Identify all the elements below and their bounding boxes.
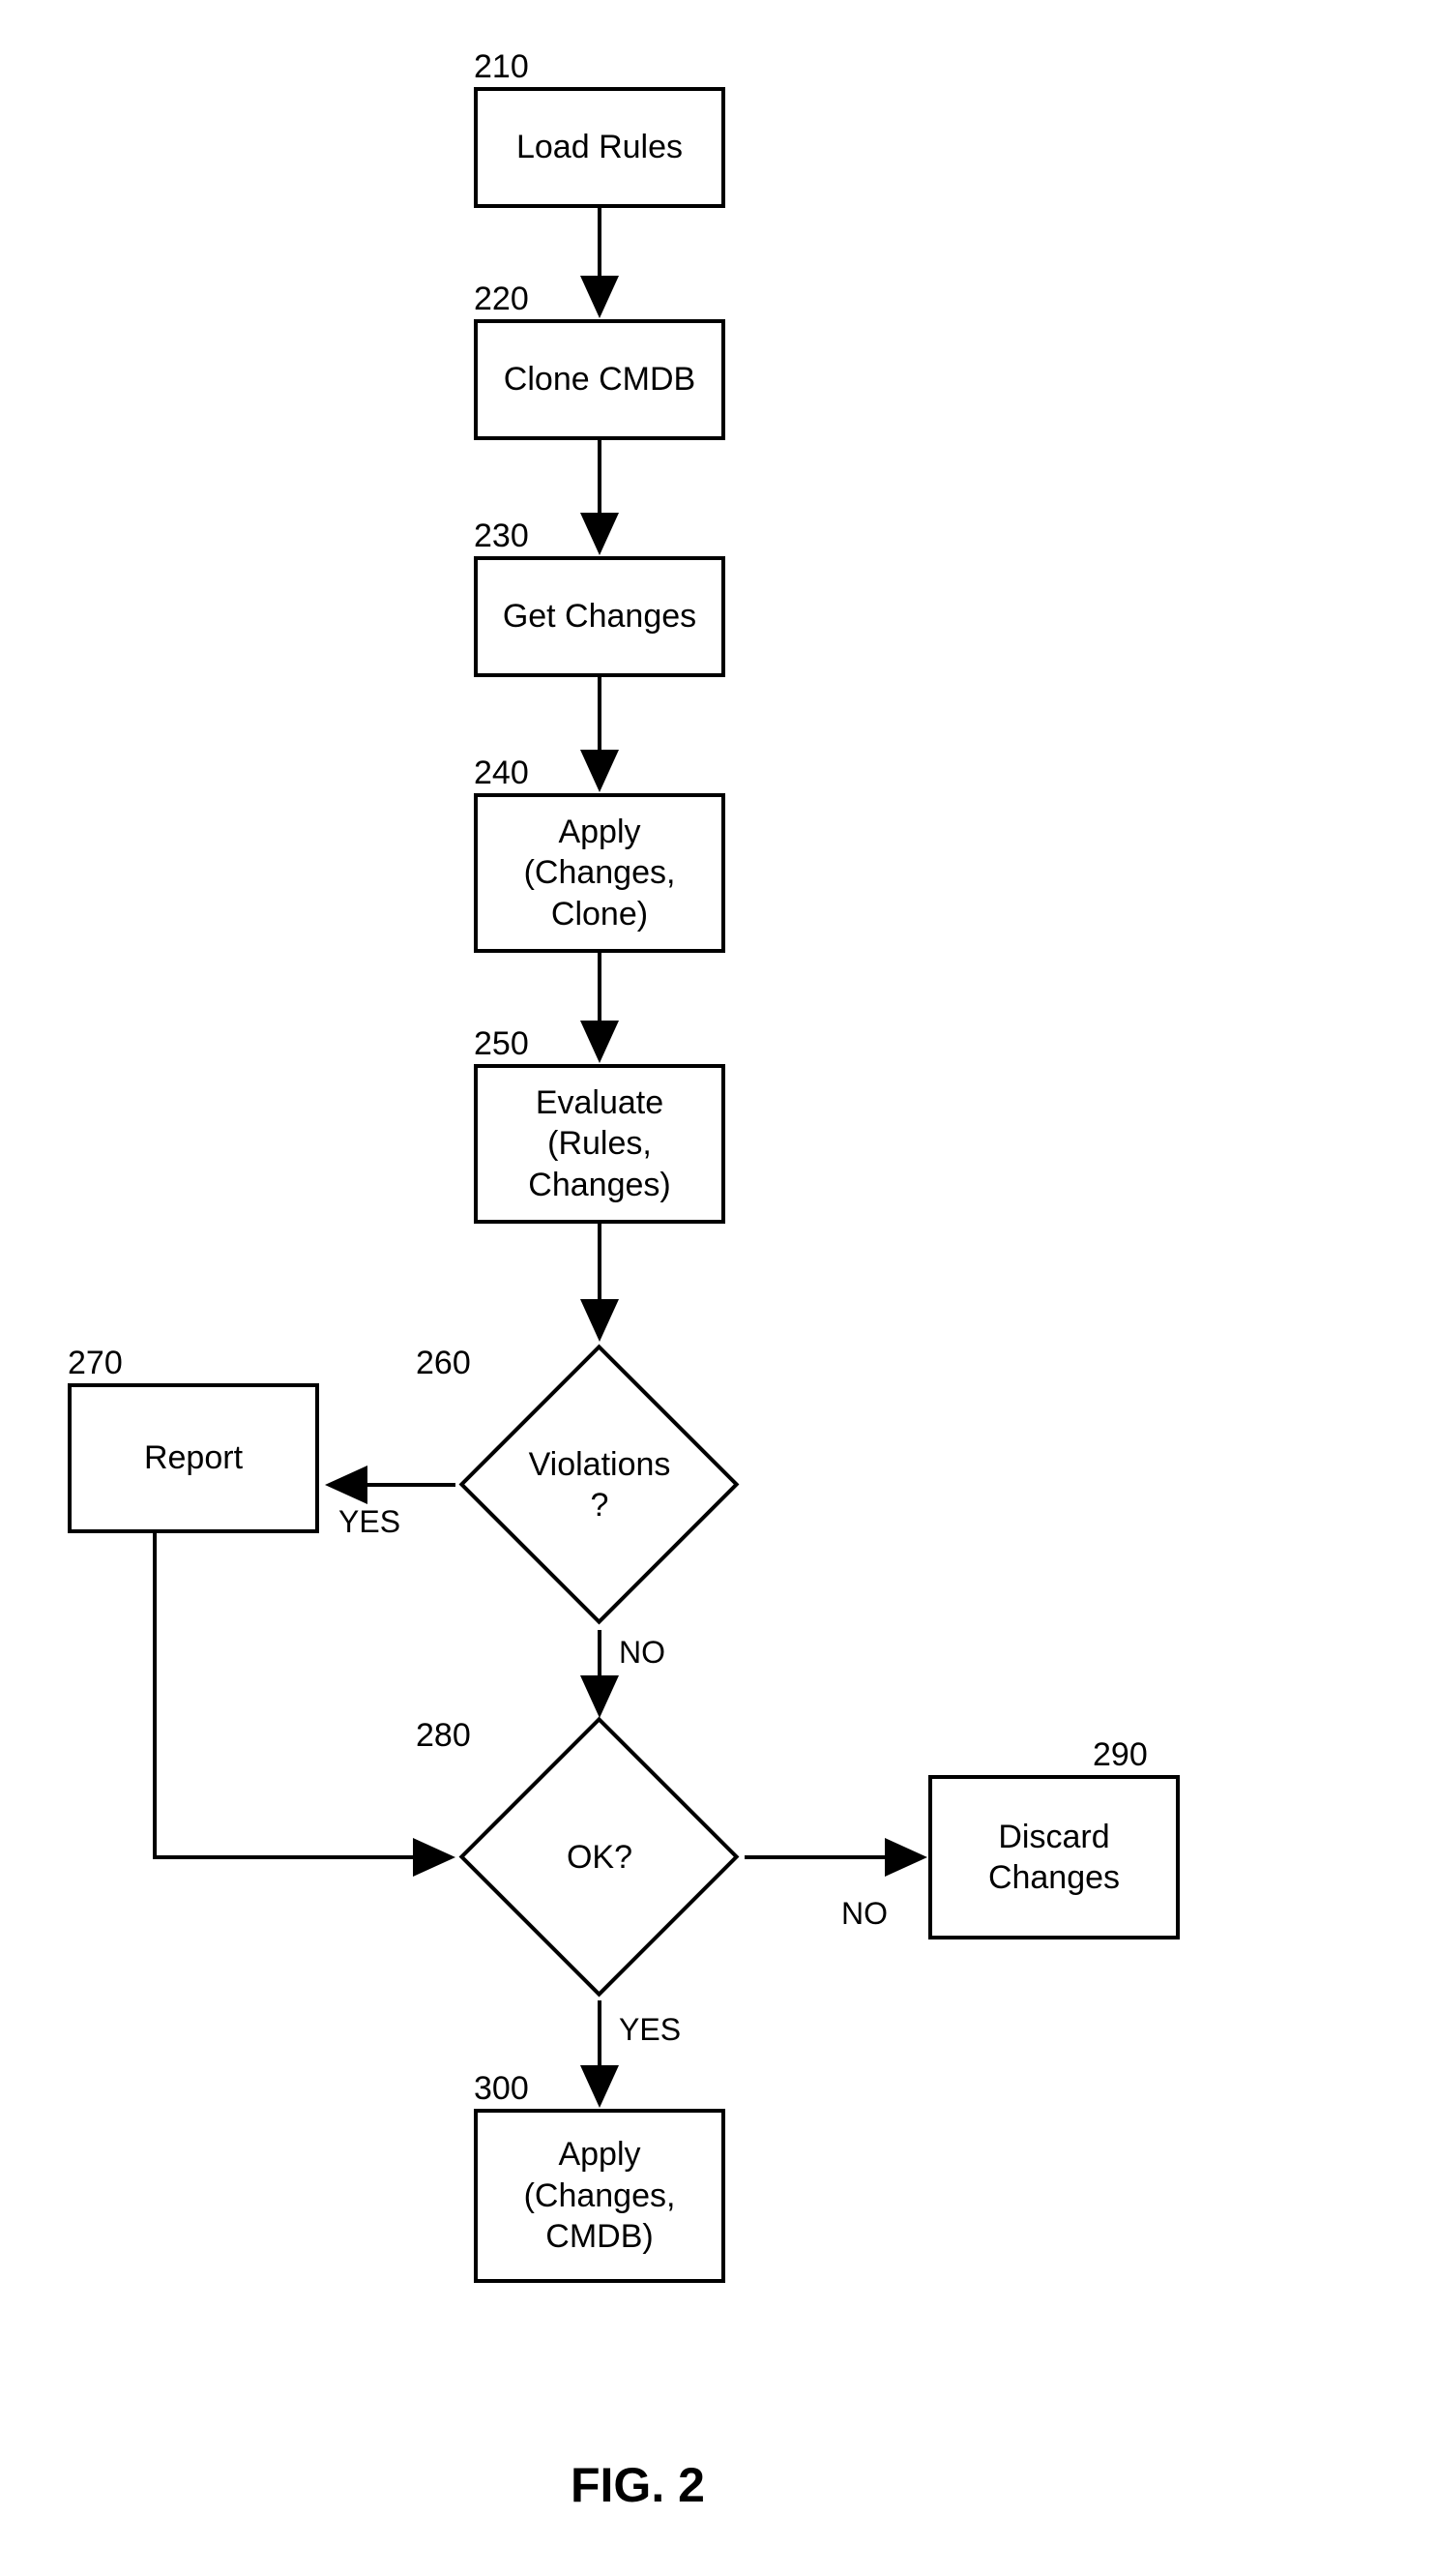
label-260-no: NO xyxy=(619,1635,665,1671)
decision-ok xyxy=(459,1717,740,1998)
label-260-yes: YES xyxy=(338,1504,400,1540)
box-load-rules-text: Load Rules xyxy=(516,127,683,168)
flowchart-canvas: 210 Load Rules 220 Clone CMDB 230 Get Ch… xyxy=(0,0,1436,2576)
box-report: Report xyxy=(68,1383,319,1533)
box-apply-changes-cmdb: Apply (Changes, CMDB) xyxy=(474,2109,725,2283)
box-apply-changes-clone: Apply (Changes, Clone) xyxy=(474,793,725,953)
decision-280-number: 280 xyxy=(416,1717,471,1755)
box-apply-changes-clone-text: Apply (Changes, Clone) xyxy=(524,812,676,935)
box-300-number: 300 xyxy=(474,2070,529,2108)
box-clone-cmdb-text: Clone CMDB xyxy=(504,359,695,400)
box-apply-changes-cmdb-text: Apply (Changes, CMDB) xyxy=(524,2134,676,2258)
box-get-changes: Get Changes xyxy=(474,556,725,677)
box-220-number: 220 xyxy=(474,281,529,318)
box-evaluate: Evaluate (Rules, Changes) xyxy=(474,1064,725,1224)
decision-260-number: 260 xyxy=(416,1345,471,1382)
box-270-number: 270 xyxy=(68,1345,123,1382)
box-240-number: 240 xyxy=(474,755,529,792)
figure-caption: FIG. 2 xyxy=(571,2457,705,2513)
label-280-no: NO xyxy=(841,1896,888,1932)
box-clone-cmdb: Clone CMDB xyxy=(474,319,725,440)
box-get-changes-text: Get Changes xyxy=(503,596,696,637)
label-280-yes: YES xyxy=(619,2012,681,2048)
box-290-number: 290 xyxy=(1093,1736,1148,1774)
box-210-number: 210 xyxy=(474,48,529,86)
box-discard-changes: Discard Changes xyxy=(928,1775,1180,1939)
box-load-rules: Load Rules xyxy=(474,87,725,208)
box-250-number: 250 xyxy=(474,1025,529,1063)
box-evaluate-text: Evaluate (Rules, Changes) xyxy=(528,1082,670,1206)
box-report-text: Report xyxy=(144,1437,243,1479)
box-230-number: 230 xyxy=(474,518,529,555)
box-discard-changes-text: Discard Changes xyxy=(988,1817,1120,1899)
decision-violations xyxy=(459,1345,740,1625)
